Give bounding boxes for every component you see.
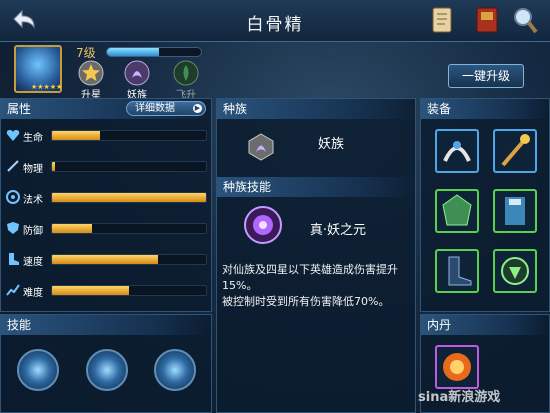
stat-row-1: 物理 [3, 158, 209, 176]
race-name: 妖族 [317, 137, 344, 152]
race-skill-desc-line-2: 被控制时受到所有伤害降低70%。 [222, 295, 390, 308]
shield-icon [7, 222, 19, 234]
equipment-slot-5[interactable] [435, 249, 479, 293]
page-title: 白骨精 [246, 15, 304, 35]
equipment-slot-2[interactable] [493, 129, 537, 173]
one-click-upgrade-button[interactable]: 一键升级 [448, 64, 524, 88]
sword-icon [7, 160, 19, 172]
scroll-icon[interactable] [427, 4, 457, 36]
chart-up-icon [6, 284, 20, 296]
stat-bar-fill [52, 193, 206, 202]
race-skill-header: 种族技能 [217, 177, 415, 197]
stat-label: 法术 [23, 195, 43, 206]
exp-bar [106, 47, 202, 57]
book-icon[interactable] [472, 4, 502, 36]
stat-label: 速度 [23, 257, 43, 268]
stat-bar-fill [52, 255, 159, 264]
hero-stars: ★★★★★ [31, 83, 63, 91]
stat-bar [51, 130, 207, 141]
stat-label: 防御 [23, 226, 43, 237]
stat-bar [51, 223, 207, 234]
race-skill-name: 真·妖之元 [309, 223, 367, 238]
stat-row-2: 法术 [3, 189, 209, 207]
demon-clan-icon[interactable] [124, 60, 150, 86]
arrow-right-icon: ▶ [193, 104, 202, 113]
inner-core-header: 内丹 [421, 315, 549, 335]
heart-icon [6, 130, 20, 141]
equipment-slot-1[interactable] [435, 129, 479, 173]
stat-bar [51, 254, 207, 265]
stat-row-0: 生命 [3, 127, 209, 145]
star-icon[interactable] [78, 60, 104, 86]
stat-bar [51, 161, 207, 172]
magic-swirl-icon [6, 190, 20, 204]
detail-data-button[interactable]: 详细数据 ▶ [126, 101, 206, 116]
stat-bar [51, 285, 207, 296]
race-skill-description: 对仙族及四星以下英雄造成伤害提升15%。 被控制时受到所有伤害降低70%。 [222, 262, 422, 310]
ascend-icon[interactable] [173, 60, 199, 86]
stat-bar-fill [52, 224, 93, 233]
stat-bar-fill [52, 286, 129, 295]
magnifier-icon[interactable] [510, 4, 540, 36]
skill-slot-1[interactable] [17, 349, 59, 391]
stat-label: 难度 [23, 288, 43, 299]
equipment-header: 装备 [421, 99, 549, 119]
equipment-slot-6[interactable] [493, 249, 537, 293]
stat-label: 物理 [23, 164, 43, 175]
detail-data-label: 详细数据 [135, 103, 175, 114]
hero-level: 7级 [76, 46, 96, 60]
stat-row-4: 速度 [3, 251, 209, 269]
stat-row-3: 防御 [3, 220, 209, 238]
stat-label: 生命 [23, 133, 43, 144]
exp-bar-fill [107, 48, 159, 56]
hero-portrait[interactable]: ★★★★★ [14, 45, 62, 93]
equipment-slot-4[interactable] [493, 189, 537, 233]
stat-bar [51, 192, 207, 203]
stat-row-5: 难度 [3, 282, 209, 300]
demon-clan-icon [248, 133, 274, 161]
skill-slot-2[interactable] [86, 349, 128, 391]
race-skill-desc-line-1: 对仙族及四星以下英雄造成伤害提升15%。 [222, 263, 398, 292]
equipment-panel: 装备 [420, 98, 550, 312]
attributes-panel: 属性 详细数据 ▶ 生命 物理 法术 防御 速度 难度 [0, 98, 212, 312]
race-header: 种族 [217, 99, 415, 119]
stat-bar-fill [52, 162, 56, 171]
skills-panel: 技能 [0, 314, 212, 413]
inner-core-slot[interactable] [435, 345, 479, 389]
stat-bar-fill [52, 131, 100, 140]
top-bar: 白骨精 [0, 0, 550, 42]
skill-slot-3[interactable] [154, 349, 196, 391]
race-skill-icon[interactable] [243, 205, 283, 245]
skills-header: 技能 [1, 315, 211, 335]
hero-summary: ★★★★★ 7级 升星 妖族 飞升 一键升级 [0, 42, 550, 101]
boot-icon [9, 253, 19, 265]
site-watermark: sina新浪游戏 [418, 390, 501, 405]
equipment-slot-3[interactable] [435, 189, 479, 233]
